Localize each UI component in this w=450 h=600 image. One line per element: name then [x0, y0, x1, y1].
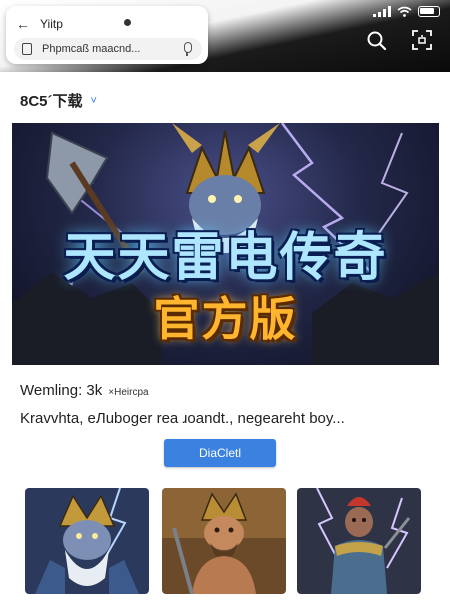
- meta-row: Wemling: 3k ×Heircpa: [20, 382, 149, 399]
- tab-indicator-dot: [124, 19, 131, 26]
- section-header: 8C5´下载 ˅: [20, 90, 97, 111]
- thumbnail-image: [297, 488, 421, 594]
- thumbnail-barbarian-warrior[interactable]: [162, 488, 286, 594]
- top-bar: ← Yiitp Phpmcaß maacnd...: [0, 0, 450, 72]
- section-title: 8C5´下载: [20, 93, 83, 110]
- banner-subtitle: 官方版: [153, 292, 298, 346]
- tab-title[interactable]: Yiitp: [40, 17, 63, 31]
- game-banner[interactable]: 天天雷电传奇 官方版: [12, 123, 439, 365]
- signal-icon: [373, 6, 391, 17]
- tab-row: ← Yiitp: [16, 14, 63, 34]
- description-text: Kravvhta, eЛuboger rea ɹoandt., negeareh…: [20, 410, 345, 427]
- scan-icon[interactable]: [412, 30, 432, 50]
- thumbnail-image: [162, 488, 286, 594]
- thumbnail-red-haired-warrior[interactable]: [297, 488, 421, 594]
- wifi-icon: [397, 6, 412, 17]
- page-icon: [22, 43, 32, 55]
- search-icon[interactable]: [366, 30, 388, 52]
- thumbnail-armored-warrior[interactable]: [25, 488, 149, 594]
- battery-icon: [418, 6, 440, 17]
- url-text[interactable]: Phpmcaß maacnd...: [42, 43, 180, 55]
- rating-text: Wemling: 3k: [20, 382, 103, 399]
- banner-title: 天天雷电传奇: [63, 228, 388, 288]
- download-button[interactable]: DiaCletl: [164, 439, 276, 467]
- rating-note: ×Heircpa: [108, 387, 149, 398]
- chevron-icon[interactable]: ˅: [91, 95, 97, 107]
- url-bar[interactable]: Phpmcaß maacnd...: [14, 38, 202, 60]
- status-bar: [373, 6, 440, 17]
- back-arrow-icon[interactable]: ←: [16, 16, 32, 32]
- microphone-icon[interactable]: [180, 42, 194, 56]
- thumbnail-image: [25, 488, 149, 594]
- browser-tab-card[interactable]: ← Yiitp Phpmcaß maacnd...: [6, 6, 208, 64]
